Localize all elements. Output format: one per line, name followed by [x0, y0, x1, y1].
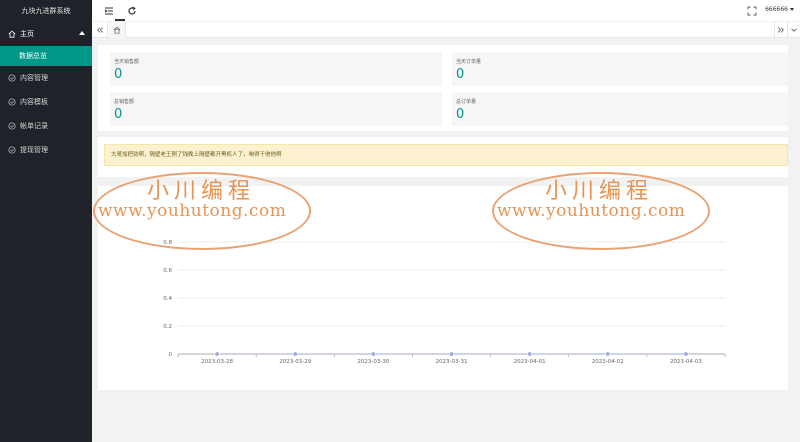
data-point: [370, 351, 376, 357]
sidebar-item-label: 内容模板: [20, 98, 48, 106]
stat-card: 当天订单量 0: [452, 52, 788, 86]
watermark-url: www.youhutong.com: [98, 201, 287, 221]
top-header: 666666: [92, 0, 800, 22]
x-tick-label: 2023-04-02: [592, 359, 624, 365]
stat-value: 0: [114, 67, 123, 82]
data-point: [214, 351, 220, 357]
data-point: [292, 351, 298, 357]
x-tick-label: 2023-03-31: [436, 359, 468, 365]
tabs-bar: [92, 22, 800, 38]
watermark-url: www.youhutong.com: [497, 201, 686, 221]
menu-toggle-icon[interactable]: [104, 6, 114, 16]
home-icon: [113, 26, 121, 34]
tab-home[interactable]: [109, 22, 126, 38]
stat-card: 当天销售额 0: [110, 52, 442, 86]
username: 666666: [765, 6, 788, 13]
y-tick-label: 0: [169, 352, 173, 358]
sidebar-item-label: 主页: [20, 30, 34, 38]
stat-value: 0: [114, 107, 123, 122]
notice-banner: 大哥加把劲啊，隔壁老王刚了钱晚上隔壁都开黑机人了，咱得干他他啊: [104, 144, 788, 166]
sidebar-item-content-management[interactable]: 内容管理: [0, 66, 92, 90]
sidebar-item-withdrawal[interactable]: 提现管理: [0, 138, 92, 162]
data-point: [605, 351, 611, 357]
scroll-left-icon[interactable]: [92, 22, 108, 38]
refresh-icon[interactable]: [127, 6, 137, 16]
sidebar-item-label: 内容管理: [20, 74, 48, 82]
x-tick-label: 2023-04-03: [670, 359, 702, 365]
stat-card: 总销售额 0: [110, 92, 442, 126]
stat-value: 0: [456, 107, 465, 122]
notice-panel: 大哥加把劲啊，隔壁老王刚了钱晚上隔壁都开黑机人了，咱得干他他啊: [98, 137, 788, 177]
user-menu[interactable]: 666666: [765, 6, 794, 13]
sidebar-item-bill-records[interactable]: 帐单记录: [0, 114, 92, 138]
data-point: [683, 351, 689, 357]
data-point: [448, 351, 454, 357]
stats-panel: 当天销售额 0 当天订单量 0 总销售额 0 总订单量 0: [98, 45, 788, 131]
sidebar-item-data-overview[interactable]: 数据总览: [0, 46, 92, 66]
stat-label: 当天销售额: [114, 59, 140, 65]
stat-label: 总销售额: [114, 99, 135, 105]
home-icon: [7, 30, 16, 39]
active-indicator: [115, 19, 125, 21]
shield-check-icon: [7, 98, 16, 107]
x-tick-label: 2023-03-29: [279, 359, 311, 365]
stat-card: 总订单量 0: [452, 92, 788, 126]
x-tick-label: 2023-03-30: [357, 359, 389, 365]
shield-check-icon: [7, 74, 16, 83]
app-title: 九块九进群系统: [21, 7, 71, 15]
y-tick-label: 0.6: [163, 268, 172, 274]
x-tick-label: 2023-03-28: [201, 359, 233, 365]
sidebar-item-content-template[interactable]: 内容模板: [0, 90, 92, 114]
stat-label: 总订单量: [456, 99, 477, 105]
shield-check-icon: [7, 122, 16, 131]
stat-value: 0: [456, 67, 465, 82]
y-tick-label: 0.2: [163, 324, 172, 330]
tab-menu-chevron-icon[interactable]: [787, 22, 800, 38]
sidebar-item-label: 提现管理: [20, 146, 48, 154]
scroll-right-icon[interactable]: [774, 22, 787, 38]
stat-label: 当天订单量: [456, 59, 482, 65]
caret-down-icon: [790, 8, 794, 11]
y-tick-label: 0.4: [163, 296, 172, 302]
shield-check-icon: [7, 146, 16, 155]
data-point: [527, 351, 533, 357]
fullscreen-icon[interactable]: [747, 6, 757, 16]
sidebar: 九块九进群系统 主页 数据总览 内容管理 内容模板 帐单记录 提现管理: [0, 0, 92, 442]
x-tick-label: 2023-04-01: [514, 359, 546, 365]
sidebar-item-label: 帐单记录: [20, 122, 48, 130]
sidebar-item-home[interactable]: 主页: [0, 22, 92, 46]
chevron-up-icon: [79, 31, 85, 35]
